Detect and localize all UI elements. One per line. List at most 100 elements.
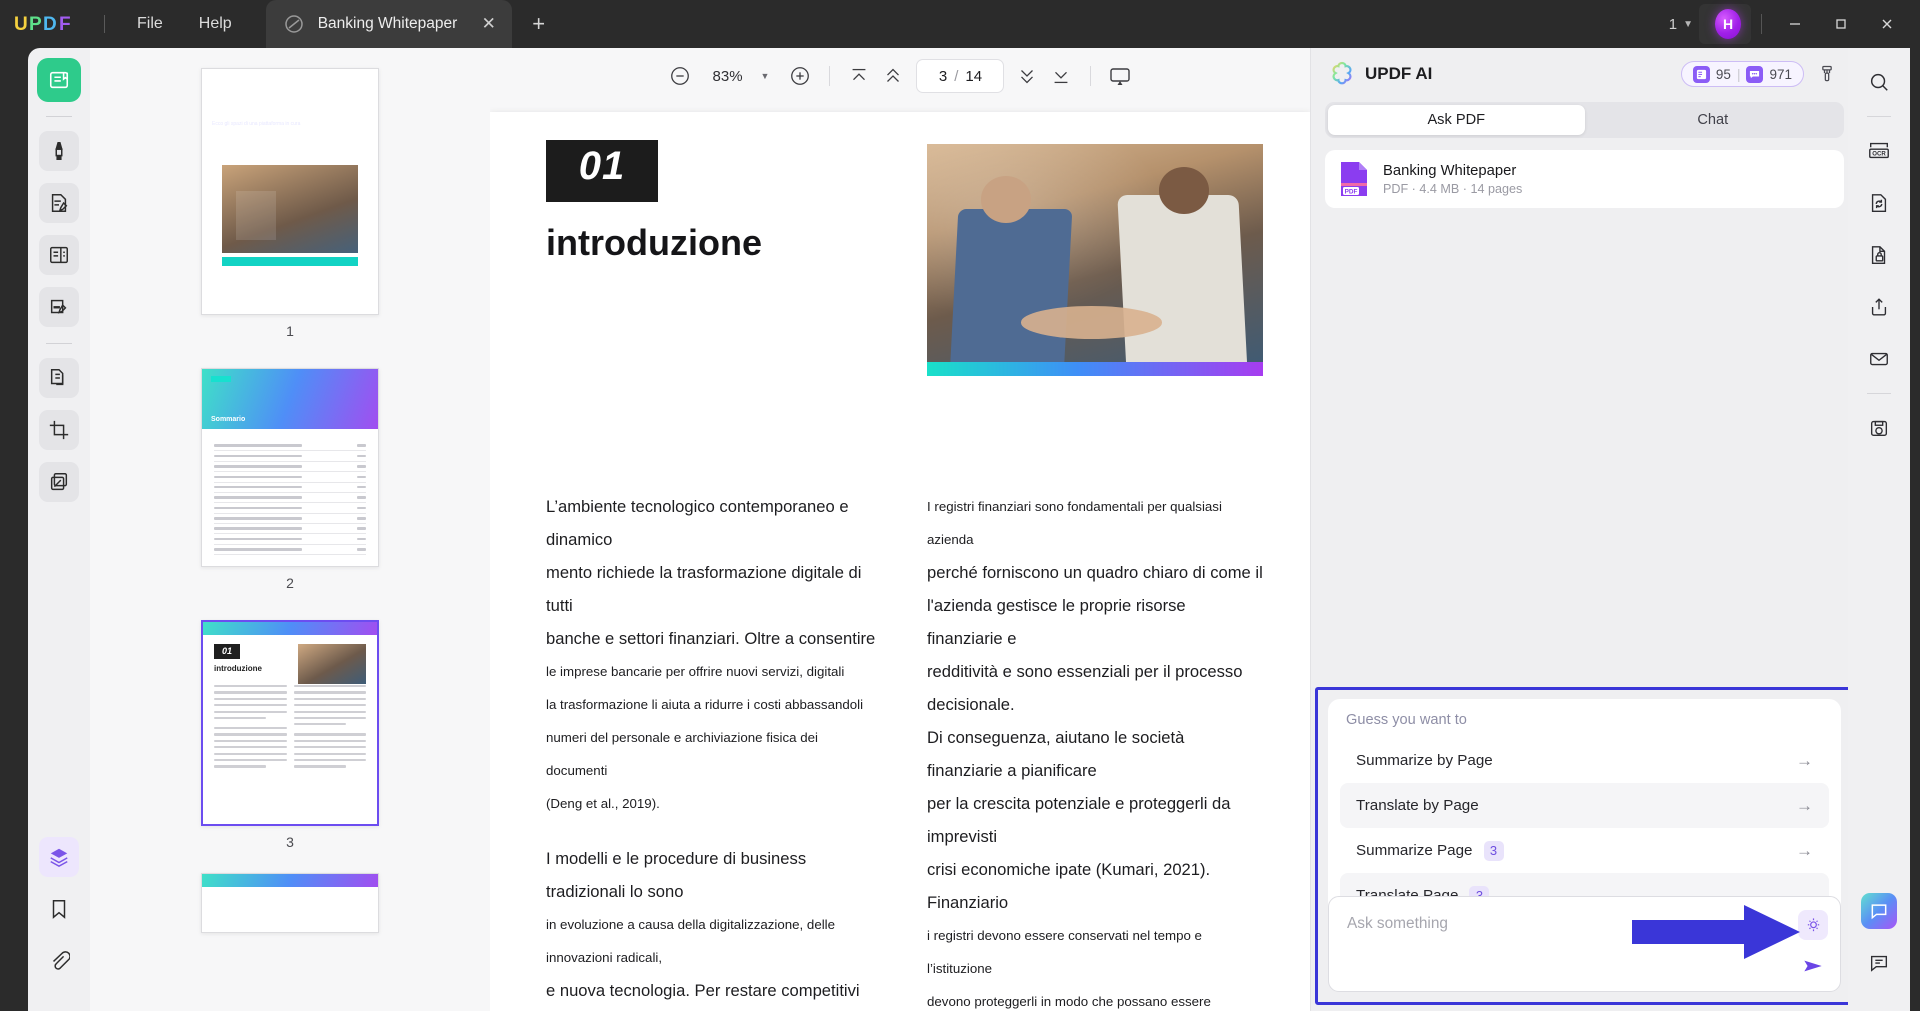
- updf-ai-logo-icon: [1329, 61, 1355, 87]
- right-rail-separator-2: [1867, 393, 1891, 394]
- doc-line: per la crescita potenziale e proteggerli…: [927, 787, 1263, 853]
- sidebar-item-layers[interactable]: [39, 837, 79, 877]
- thumbnail-4-page: [201, 873, 379, 933]
- thumbnail-3-page: 01 introduzione: [201, 620, 379, 826]
- doc-line: mento richiede la trasformazione digital…: [546, 556, 876, 622]
- next-page-button[interactable]: [1010, 59, 1044, 93]
- window-mode-selector[interactable]: 1 ▼: [1663, 11, 1699, 38]
- ai-credits-badge[interactable]: 95 | 971: [1681, 61, 1804, 87]
- sidebar-item-batch[interactable]: [39, 462, 79, 502]
- thumbnail-3-number: 01: [214, 644, 240, 659]
- doc-line: L’ambiente tecnologico contemporaneo e d…: [546, 490, 876, 556]
- protect-icon[interactable]: [1859, 235, 1899, 275]
- document-left-column: L’ambiente tecnologico contemporaneo e d…: [546, 490, 876, 1011]
- suggestion-summarize-by-page[interactable]: Summarize by Page →: [1340, 738, 1829, 783]
- menu-help[interactable]: Help: [181, 9, 250, 39]
- hero-image-gradient-bar: [927, 362, 1263, 376]
- sidebar-item-highlighter[interactable]: [39, 131, 79, 171]
- sidebar-item-page-layout[interactable]: [39, 235, 79, 275]
- maximize-button[interactable]: [1818, 0, 1864, 48]
- suggestion-label: Summarize by Page: [1356, 752, 1493, 769]
- suggestion-summarize-page[interactable]: Summarize Page 3 →: [1340, 828, 1829, 873]
- attached-file-details: PDF · 4.4 MB · 14 pages: [1383, 182, 1522, 196]
- document-right-column: I registri finanziari sono fondamentali …: [927, 490, 1263, 1011]
- sidebar-item-crop[interactable]: [39, 410, 79, 450]
- avatar: H: [1715, 9, 1741, 39]
- share-icon[interactable]: [1859, 287, 1899, 327]
- menu-file[interactable]: File: [119, 9, 181, 39]
- chevron-down-icon: ▼: [1683, 19, 1693, 30]
- page-separator: /: [954, 68, 958, 85]
- svg-text:PDF: PDF: [1345, 188, 1358, 195]
- thumbnail-1-title: La strategia più cruciale per le banche …: [212, 81, 368, 115]
- doc-line: I registri finanziari sono fondamentali …: [927, 490, 1263, 556]
- ai-settings-icon[interactable]: [1810, 57, 1844, 91]
- send-message-button[interactable]: [1800, 953, 1826, 979]
- sidebar-item-bookmark[interactable]: [39, 889, 79, 929]
- sidebar-item-reader[interactable]: [39, 60, 79, 100]
- previous-page-button[interactable]: [876, 59, 910, 93]
- total-pages-value: 14: [965, 68, 982, 85]
- save-as-image-icon[interactable]: [1859, 408, 1899, 448]
- doc-line: crisi economiche ipate (Kumari, 2021). F…: [927, 853, 1263, 919]
- document-viewport[interactable]: 01 introduzione L’ambiente tecnologico c…: [490, 104, 1310, 1011]
- close-tab-button[interactable]: ✕: [476, 11, 502, 37]
- presentation-mode-button[interactable]: [1103, 59, 1137, 93]
- last-page-button[interactable]: [1044, 59, 1078, 93]
- thumbnail-2[interactable]: Sommario 2: [90, 368, 490, 591]
- thumbnail-2-page: Sommario: [201, 368, 379, 567]
- ocr-icon[interactable]: OCR: [1859, 131, 1899, 171]
- suggestions-bulb-button[interactable]: [1798, 910, 1828, 940]
- pdf-tab-icon: [284, 14, 304, 34]
- credits-separator: |: [1737, 67, 1741, 82]
- thumbnail-3[interactable]: 01 introduzione: [90, 620, 490, 850]
- rail-separator-1: [46, 116, 72, 117]
- ai-chat-icon[interactable]: [1861, 893, 1897, 929]
- zoom-in-button[interactable]: [783, 59, 817, 93]
- tab-chat[interactable]: Chat: [1585, 105, 1842, 135]
- document-tab[interactable]: Banking Whitepaper ✕: [266, 0, 512, 48]
- page-thumbnail-pane[interactable]: La strategia più cruciale per le banche …: [90, 48, 490, 1011]
- sidebar-item-organize-pages[interactable]: [39, 358, 79, 398]
- close-window-button[interactable]: [1864, 0, 1910, 48]
- doc-line: devono proteggerli in modo che possano e…: [927, 985, 1263, 1011]
- right-rail-bottom: [1859, 893, 1899, 1011]
- minimize-button[interactable]: [1772, 0, 1818, 48]
- doc-line: la trasformazione li aiuta a ridurre i c…: [546, 688, 876, 721]
- title-bar: U P D F File Help Banking Whitepaper ✕ +…: [0, 0, 1920, 48]
- account-button[interactable]: H: [1699, 4, 1751, 44]
- tab-ask-pdf[interactable]: Ask PDF: [1328, 105, 1585, 135]
- zoom-dropdown-caret-icon[interactable]: ▼: [755, 65, 776, 87]
- search-icon[interactable]: [1859, 62, 1899, 102]
- rail-separator-2: [46, 343, 72, 344]
- thumbnail-1-band: [222, 257, 358, 266]
- sidebar-item-annotate[interactable]: [39, 287, 79, 327]
- convert-icon[interactable]: [1859, 183, 1899, 223]
- ai-panel-tabs: Ask PDF Chat: [1325, 102, 1844, 138]
- ai-panel: UPDF AI 95 | 971 Ask PDF Chat: [1310, 48, 1858, 1011]
- new-tab-button[interactable]: +: [522, 7, 556, 41]
- suggestion-translate-by-page[interactable]: Translate by Page →: [1340, 783, 1829, 828]
- updf-logo[interactable]: U P D F: [14, 12, 92, 36]
- zoom-level-value[interactable]: 83%: [707, 68, 749, 85]
- page-number-input[interactable]: 3 / 14: [916, 59, 1004, 93]
- suggestions-header: Guess you want to: [1340, 712, 1829, 738]
- feedback-icon[interactable]: [1859, 943, 1899, 983]
- first-page-button[interactable]: [842, 59, 876, 93]
- attached-file-card[interactable]: PDF Banking Whitepaper PDF · 4.4 MB · 14…: [1325, 150, 1844, 208]
- sidebar-item-edit-pdf[interactable]: [39, 183, 79, 223]
- doc-line: Di conseguenza, aiutano le società finan…: [927, 721, 1263, 787]
- ask-input-container[interactable]: Ask something: [1328, 896, 1841, 992]
- email-icon[interactable]: [1859, 339, 1899, 379]
- suggestion-label: Translate by Page: [1356, 797, 1479, 814]
- window-mode-value: 1: [1669, 16, 1677, 33]
- svg-text:F: F: [59, 14, 71, 35]
- zoom-out-button[interactable]: [663, 59, 697, 93]
- ai-panel-title: UPDF AI: [1365, 64, 1432, 84]
- doc-line: numeri del personale e archiviazione fis…: [546, 721, 876, 787]
- sidebar-item-attachment[interactable]: [39, 941, 79, 981]
- doc-line: banche e settori finanziari. Oltre a con…: [546, 622, 876, 655]
- thumbnail-1-page: La strategia più cruciale per le banche …: [201, 68, 379, 315]
- thumbnail-4[interactable]: [90, 873, 490, 933]
- thumbnail-1[interactable]: La strategia più cruciale per le banche …: [90, 68, 490, 339]
